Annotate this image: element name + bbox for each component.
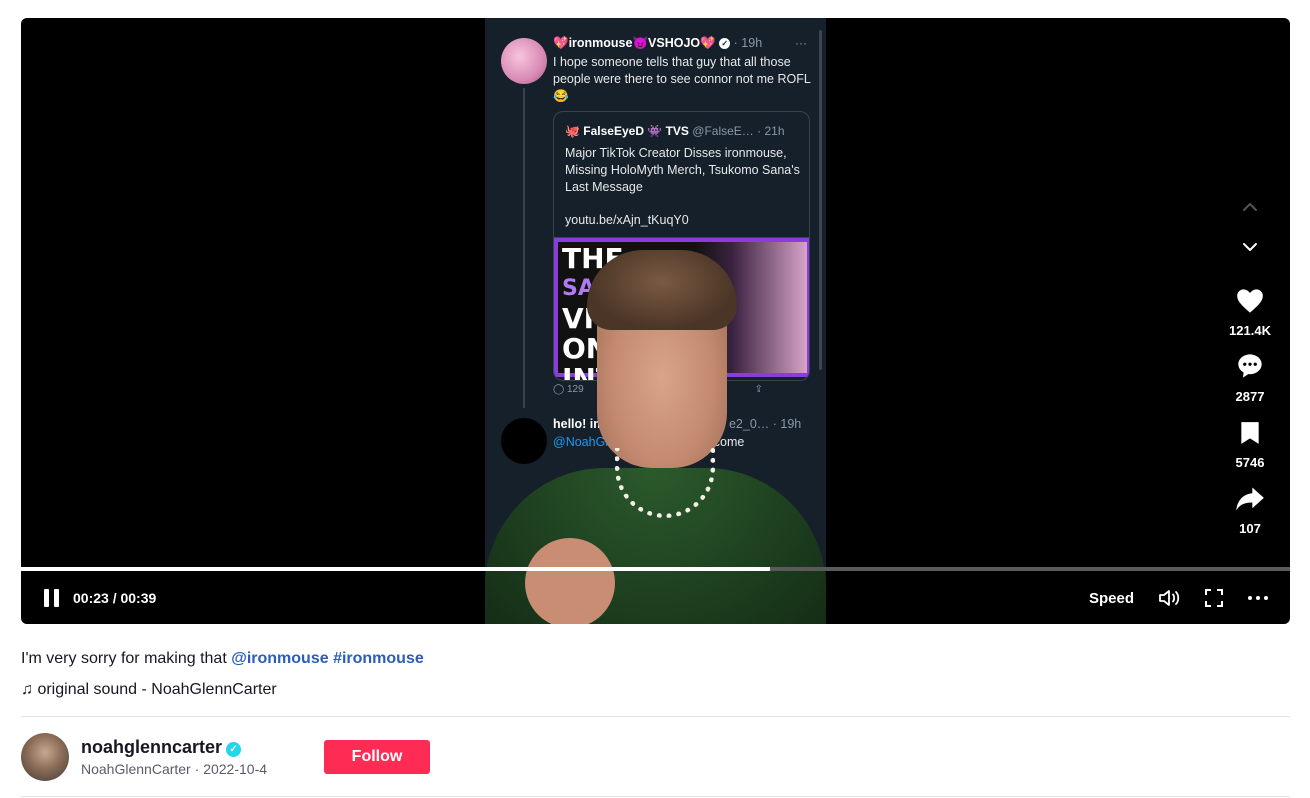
quote-link: youtu.be/xAjn_tKuqY0 <box>565 213 689 227</box>
comment-count: 2877 <box>1235 389 1265 404</box>
more-options-icon[interactable] <box>1246 588 1270 608</box>
author-avatar[interactable] <box>21 733 69 781</box>
video-player[interactable]: 💖ironmouse😈VSHOJO💖 ✓ · 19h ··· I hope so… <box>21 18 1290 624</box>
fullscreen-icon[interactable] <box>1204 588 1224 608</box>
tweet-text: I hope someone tells that guy that all t… <box>553 55 811 103</box>
comment-icon <box>1238 354 1262 378</box>
reply-icon: ◯ <box>553 384 567 395</box>
follow-button[interactable]: Follow <box>324 740 430 774</box>
next-video-icon[interactable] <box>1238 238 1262 256</box>
speed-button[interactable]: Speed <box>1089 590 1134 607</box>
author-meta: NoahGlennCarter · 2022-10-4 <box>81 761 268 777</box>
sound-title: original sound - NoahGlennCarter <box>37 681 277 698</box>
caption-text: I'm very sorry for making that <box>21 650 232 667</box>
author-username[interactable]: noahglenncarter ✓ <box>81 737 242 758</box>
tweet-header: 💖ironmouse😈VSHOJO💖 ✓ · 19h <box>553 36 762 51</box>
share-button[interactable]: 107 <box>1220 486 1280 536</box>
tweet-menu-icon: ··· <box>795 36 807 50</box>
duration: 00:39 <box>120 590 157 606</box>
tweet-time: · 19h <box>733 36 763 50</box>
progress-fill <box>21 567 770 571</box>
pause-icon[interactable] <box>43 589 61 607</box>
music-note-icon: ♫ <box>21 681 33 698</box>
comment-button[interactable]: 2877 <box>1220 352 1280 404</box>
save-count: 5746 <box>1235 455 1265 470</box>
share-icon <box>1236 487 1264 511</box>
verified-badge-icon: ✓ <box>226 742 242 757</box>
tweet-thread-line <box>523 88 525 408</box>
post-date: 2022-10-4 <box>203 761 268 777</box>
video-caption: I'm very sorry for making that @ironmous… <box>21 650 424 668</box>
divider-top <box>21 716 1290 717</box>
progress-bar[interactable] <box>21 567 1290 571</box>
time-display: 00:23 / 00:39 <box>73 590 157 606</box>
mention-link[interactable]: @ironmouse <box>231 650 328 667</box>
previous-video-icon[interactable] <box>1238 198 1262 216</box>
quote-author: 🐙 FalseEyeD 👾 TVS <box>565 124 689 138</box>
quote-header: 🐙 FalseEyeD 👾 TVS @FalseE… · 21h <box>565 124 785 138</box>
tweet-avatar <box>501 38 547 84</box>
bookmark-icon <box>1241 422 1259 444</box>
current-time: 00:23 <box>73 590 109 606</box>
quote-text: Major TikTok Creator Disses ironmouse, M… <box>565 146 800 194</box>
hand <box>525 538 615 624</box>
sound-link[interactable]: ♫ original sound - NoahGlennCarter <box>21 681 277 699</box>
quote-handle: @FalseE… · 21h <box>692 124 785 138</box>
author-nickname: NoahGlennCarter <box>81 761 191 777</box>
tweet-author: 💖ironmouse😈VSHOJO💖 <box>553 36 716 50</box>
tweet-verified-icon: ✓ <box>719 38 731 50</box>
share-tweet-icon: ⇪ <box>754 384 763 395</box>
tweet-reply-count: ◯ 129 <box>553 384 584 395</box>
divider-bottom <box>21 796 1290 797</box>
heart-icon <box>1237 289 1263 313</box>
like-count: 121.4K <box>1229 323 1271 338</box>
person-hair <box>587 250 737 330</box>
like-button[interactable]: 121.4K <box>1220 288 1280 338</box>
video-frame[interactable]: 💖ironmouse😈VSHOJO💖 ✓ · 19h ··· I hope so… <box>485 18 826 624</box>
tweet-scrollbar <box>819 30 822 370</box>
reply-avatar <box>501 418 547 464</box>
volume-icon[interactable] <box>1158 588 1182 608</box>
share-count: 107 <box>1239 521 1261 536</box>
save-button[interactable]: 5746 <box>1220 420 1280 470</box>
hashtag-link[interactable]: #ironmouse <box>333 650 424 667</box>
